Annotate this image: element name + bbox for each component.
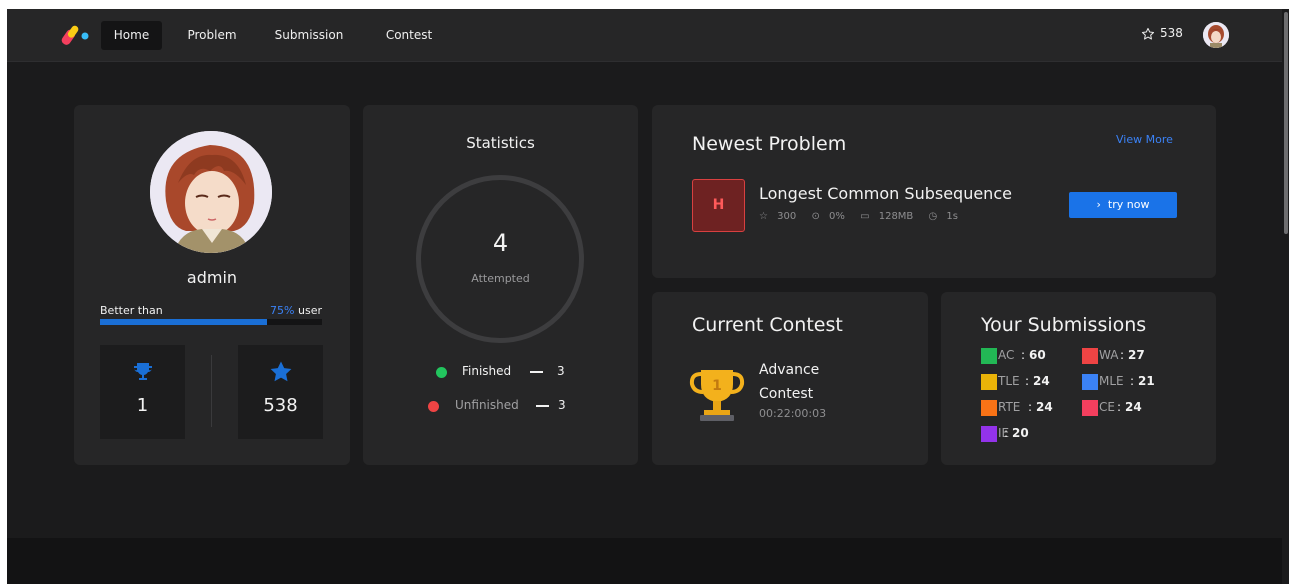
submission-swatch [1082,400,1098,416]
acceptance-meta: ⊙ 0% [811,211,845,222]
submission-colon: : [1028,400,1033,414]
unfinished-dash [536,405,549,407]
scrollbar-thumb[interactable] [1284,12,1288,234]
profile-card: admin Better than 75% user 1 538 [74,105,350,465]
gold-trophy-icon: 1 [689,370,745,421]
time-meta: ◷ 1s [928,211,958,222]
trophy-stat: 1 [100,345,185,439]
submission-value: 27 [1128,348,1145,362]
star-icon [270,361,292,382]
submission-value: 24 [1033,374,1050,388]
submission-value: 20 [1012,426,1029,440]
app-window: Home Problem Submission Contest 538 admi… [7,9,1282,584]
submission-label: CE [1099,400,1115,414]
attempted-label: Attempted [471,272,530,285]
better-than-progress [100,319,322,325]
submission-value: 24 [1125,400,1142,414]
stat-divider [211,355,212,427]
newest-problem-card: Newest Problem View More H Longest Commo… [652,105,1216,278]
memory-icon: ▭ [860,211,870,222]
submission-value: 60 [1029,348,1046,362]
nav-home[interactable]: Home [101,21,162,50]
star-outline-icon: ☆ [759,211,768,222]
footer [7,538,1282,584]
star-count: 538 [263,395,298,416]
submission-colon: : [1025,374,1030,388]
submission-colon: : [1117,400,1122,414]
attempted-count: 4 [492,229,509,257]
profile-avatar [150,131,272,253]
points-meta: ☆ 300 [759,211,797,222]
unfinished-label: Unfinished [455,398,519,412]
difficulty-badge: H [692,179,745,232]
nav-problem[interactable]: Problem [182,21,242,50]
submission-label: RTE [998,400,1021,414]
view-more-link[interactable]: View More [1116,133,1173,146]
app-logo[interactable] [61,23,89,47]
submission-value: 21 [1138,374,1155,388]
submission-swatch [981,400,997,416]
submission-value: 24 [1036,400,1053,414]
submission-swatch [981,374,997,390]
submission-label: WA [1099,348,1119,362]
problem-meta: ☆ 300 ⊙ 0% ▭ 128MB ◷ 1s [759,211,970,222]
submission-label: TLE [998,374,1020,388]
submission-colon: : [1130,374,1135,388]
unfinished-dot [428,401,439,412]
better-than-percent: 75% user [270,304,322,317]
current-contest-card: Current Contest 1 Advance Contest 00:22:… [652,292,928,465]
submission-swatch [1082,348,1098,364]
check-circle-icon: ⊙ [811,211,820,222]
contest-name[interactable]: Advance Contest [759,358,859,406]
unfinished-count: 3 [558,398,566,412]
statistics-title: Statistics [466,134,535,152]
your-submissions-card: Your Submissions AC:60 WA:27 TLE:24 MLE:21 R… [941,292,1216,465]
try-now-button[interactable]: › try now [1069,192,1177,218]
better-than-label: Better than [100,304,163,317]
submission-swatch [981,426,997,442]
better-than-progress-fill [100,319,267,325]
attempted-ring [416,175,584,343]
trophy-icon [133,363,153,380]
finished-legend: Finished 3 [436,364,576,380]
submission-label: MLE [1099,374,1124,388]
finished-label: Finished [462,364,512,378]
newest-problem-title: Newest Problem [692,133,847,155]
statistics-card: Statistics 4 Attempted Finished 3 Unfini… [363,105,638,465]
finished-count: 3 [557,364,565,378]
trophy-count: 1 [136,395,149,416]
submission-swatch [981,348,997,364]
submission-swatch [1082,374,1098,390]
chevron-right-icon: › [1096,198,1101,211]
star-stat: 538 [238,345,323,439]
unfinished-legend: Unfinished 3 [428,398,578,414]
submission-label: AC [998,348,1015,362]
submission-colon: : [1004,426,1009,440]
submission-colon: : [1120,348,1125,362]
profile-username: admin [186,268,238,287]
memory-meta: ▭ 128MB [860,211,914,222]
user-avatar[interactable] [1203,22,1229,48]
nav-star-count: 538 [1160,26,1183,40]
svg-text:1: 1 [712,378,722,394]
current-contest-title: Current Contest [692,314,843,336]
problem-name[interactable]: Longest Common Subsequence [759,184,1012,203]
your-submissions-title: Your Submissions [981,314,1147,336]
top-nav: Home Problem Submission Contest 538 [7,9,1282,62]
star-outline-icon [1141,27,1155,40]
finished-dot [436,367,447,378]
contest-countdown: 00:22:00:03 [759,407,827,420]
nav-submission[interactable]: Submission [269,21,349,50]
clock-icon: ◷ [928,211,938,222]
nav-contest[interactable]: Contest [379,21,439,50]
finished-dash [530,371,543,373]
submission-colon: : [1021,348,1026,362]
